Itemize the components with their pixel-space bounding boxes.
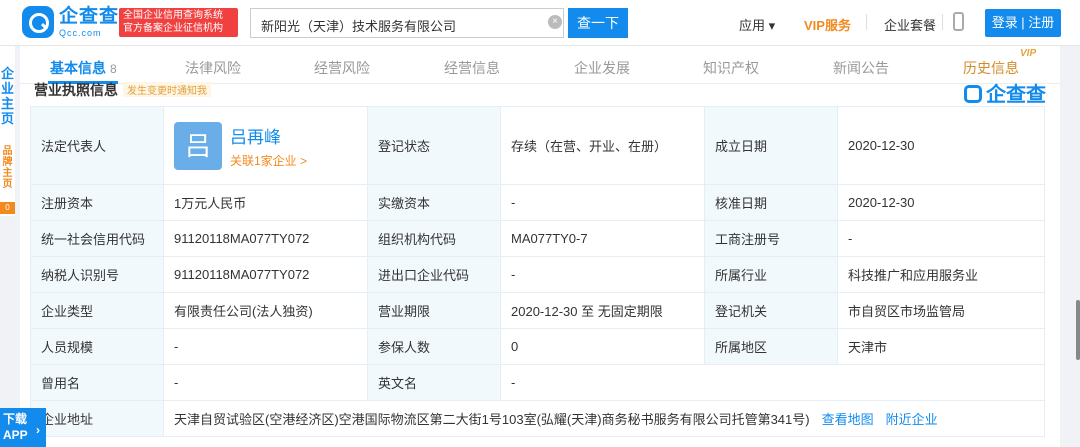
nav-app-menu[interactable]: 应用 ▾ xyxy=(739,15,775,34)
business-info-table: 法定代表人 吕 吕再峰 关联1家企业 > 登记状态 存续（在营、开业、在册） 成… xyxy=(30,106,1045,437)
mobile-phone-icon[interactable] xyxy=(953,12,964,31)
org-code-label: 组织机构代码 xyxy=(367,220,501,257)
capital-label: 注册资本 xyxy=(30,184,164,221)
approve-date-value: 2020-12-30 xyxy=(837,184,1045,221)
login-register-button[interactable]: 登录 | 注册 xyxy=(985,9,1061,37)
paid-capital-value: - xyxy=(500,184,705,221)
approve-date-label: 核准日期 xyxy=(704,184,838,221)
vip-badge: VIP xyxy=(1020,48,1037,59)
tab-intellectual-property[interactable]: 知识产权 xyxy=(703,58,759,78)
tab-legal-risk[interactable]: 法律风险 xyxy=(185,58,241,78)
scrollbar[interactable] xyxy=(1076,300,1080,360)
address-cell: 天津自贸试验区(空港经济区)空港国际物流区第二大街1号103室(弘耀(天津)商务… xyxy=(163,400,1045,437)
tab-news[interactable]: 新闻公告 xyxy=(833,58,889,78)
table-row: 曾用名 - 英文名 - xyxy=(30,364,1045,401)
site-logo[interactable]: 企查查 Qcc.com xyxy=(22,6,119,38)
english-name-value: - xyxy=(500,364,1045,401)
tab-development[interactable]: 企业发展 xyxy=(574,58,630,78)
import-export-value: - xyxy=(500,256,705,293)
view-map-link[interactable]: 查看地图 xyxy=(822,412,874,427)
table-row: 企业类型 有限责任公司(法人独资) 营业期限 2020-12-30 至 无固定期… xyxy=(30,292,1045,329)
legal-rep-cell: 吕 吕再峰 关联1家企业 > xyxy=(163,106,368,185)
former-name-label: 曾用名 xyxy=(30,364,164,401)
tab-operating-info[interactable]: 经营信息 xyxy=(444,58,500,78)
related-companies-link[interactable]: 关联1家企业 > xyxy=(230,152,307,169)
clear-search-icon[interactable]: × xyxy=(548,15,562,29)
former-name-value: - xyxy=(163,364,368,401)
logo-icon xyxy=(22,6,54,38)
paid-capital-label: 实缴资本 xyxy=(367,184,501,221)
brand-home-link[interactable]: 品牌主页 xyxy=(0,146,15,190)
reg-number-value: - xyxy=(837,220,1045,257)
legal-rep-name-link[interactable]: 吕再峰 xyxy=(230,123,307,148)
table-row: 法定代表人 吕 吕再峰 关联1家企业 > 登记状态 存续（在营、开业、在册） 成… xyxy=(30,106,1045,185)
company-home-link[interactable]: 企业主页 xyxy=(0,66,15,126)
company-type-label: 企业类型 xyxy=(30,292,164,329)
address-value: 天津自贸试验区(空港经济区)空港国际物流区第二大街1号103室(弘耀(天津)商务… xyxy=(174,412,810,427)
nearby-companies-link[interactable]: 附近企业 xyxy=(886,412,938,427)
legal-rep-label: 法定代表人 xyxy=(30,106,164,185)
reg-number-label: 工商注册号 xyxy=(704,220,838,257)
tab-history[interactable]: 历史信息 xyxy=(963,58,1019,78)
table-row: 人员规模 - 参保人数 0 所属地区 天津市 xyxy=(30,328,1045,365)
tab-count-badge: 8 xyxy=(110,62,117,76)
certification-badge: 全国企业信用查询系统 官方备案企业征信机构 xyxy=(119,8,238,37)
org-code-value: MA077TY0-7 xyxy=(500,220,705,257)
import-export-label: 进出口企业代码 xyxy=(367,256,501,293)
company-type-value: 有限责任公司(法人独资) xyxy=(163,292,368,329)
authority-label: 登记机关 xyxy=(704,292,838,329)
watermark-logo-icon xyxy=(964,85,982,103)
brand-count-badge: 0 xyxy=(0,202,15,214)
chevron-right-icon: › xyxy=(36,423,40,437)
found-date-value: 2020-12-30 xyxy=(837,106,1045,185)
tab-bar: 基本信息 8 法律风险 经营风险 经营信息 企业发展 知识产权 新闻公告 历史信息… xyxy=(20,46,1060,84)
business-term-value: 2020-12-30 至 无固定期限 xyxy=(500,292,705,329)
credit-code-value: 91120118MA077TY072 xyxy=(163,220,368,257)
found-date-label: 成立日期 xyxy=(704,106,838,185)
region-label: 所属地区 xyxy=(704,328,838,365)
avatar[interactable]: 吕 xyxy=(174,121,222,170)
table-row: 纳税人识别号 91120118MA077TY072 进出口企业代码 - 所属行业… xyxy=(30,256,1045,293)
qcc-watermark: 企查查 xyxy=(964,78,1046,107)
status-value: 存续（在营、开业、在册） xyxy=(500,106,705,185)
address-label: 企业地址 xyxy=(30,400,164,437)
industry-label: 所属行业 xyxy=(704,256,838,293)
business-term-label: 营业期限 xyxy=(367,292,501,329)
section-title: 营业执照信息 xyxy=(34,82,118,98)
left-side-menu: 企业主页 品牌主页 0 xyxy=(0,46,15,216)
tax-id-value: 91120118MA077TY072 xyxy=(163,256,368,293)
insured-count-label: 参保人数 xyxy=(367,328,501,365)
table-row: 注册资本 1万元人民币 实缴资本 - 核准日期 2020-12-30 xyxy=(30,184,1045,221)
search-button[interactable]: 查一下 xyxy=(568,8,628,38)
search-input[interactable]: 新阳光（天津）技术服务有限公司 xyxy=(250,8,564,38)
tax-id-label: 纳税人识别号 xyxy=(30,256,164,293)
nav-vip-service[interactable]: VIP服务 xyxy=(804,15,851,34)
authority-value: 市自贸区市场监管局 xyxy=(837,292,1045,329)
tab-operating-risk[interactable]: 经营风险 xyxy=(314,58,370,78)
change-notify-link[interactable]: 发生变更时通知我 xyxy=(123,82,211,97)
nav-divider xyxy=(866,14,867,30)
staff-size-label: 人员规模 xyxy=(30,328,164,365)
download-app-button[interactable]: 下载 APP › xyxy=(0,408,46,447)
credit-code-label: 统一社会信用代码 xyxy=(30,220,164,257)
business-license-panel: 营业执照信息 发生变更时通知我 企查查 法定代表人 吕 吕再峰 关联1家企业 >… xyxy=(20,82,1060,447)
logo-text: 企查查 xyxy=(59,5,120,27)
tab-basic-info[interactable]: 基本信息 8 xyxy=(50,58,117,78)
logo-domain: Qcc.com xyxy=(59,27,102,38)
english-name-label: 英文名 xyxy=(367,364,501,401)
region-value: 天津市 xyxy=(837,328,1045,365)
status-label: 登记状态 xyxy=(367,106,501,185)
table-row: 统一社会信用代码 91120118MA077TY072 组织机构代码 MA077… xyxy=(30,220,1045,257)
top-bar: 企查查 Qcc.com 全国企业信用查询系统 官方备案企业征信机构 新阳光（天津… xyxy=(0,0,1080,46)
insured-count-value: 0 xyxy=(500,328,705,365)
capital-value: 1万元人民币 xyxy=(163,184,368,221)
nav-enterprise-package[interactable]: 企业套餐 xyxy=(884,15,936,34)
staff-size-value: - xyxy=(163,328,368,365)
industry-value: 科技推广和应用服务业 xyxy=(837,256,1045,293)
nav-divider xyxy=(942,14,943,30)
table-row: 企业地址 天津自贸试验区(空港经济区)空港国际物流区第二大街1号103室(弘耀(… xyxy=(30,400,1045,437)
